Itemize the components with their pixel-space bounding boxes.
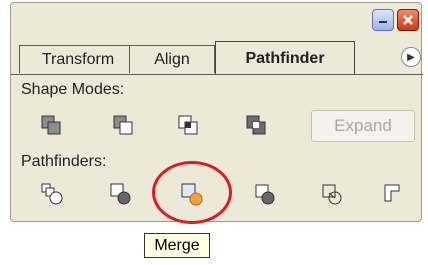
intersect-shape-areas-icon <box>178 115 198 135</box>
tab-pathfinder[interactable]: Pathfinder <box>215 41 355 75</box>
intersect-shape-areas-button[interactable] <box>176 113 200 137</box>
trim-icon <box>110 183 131 205</box>
add-to-shape-button[interactable] <box>39 113 63 137</box>
minimize-button[interactable] <box>372 9 394 31</box>
exclude-overlapping-icon <box>246 115 266 135</box>
shape-modes-label: Shape Modes: <box>21 81 125 98</box>
panel-menu-button[interactable]: ▶ <box>401 47 421 67</box>
divide-button[interactable] <box>39 182 63 206</box>
minus-back-icon <box>384 184 400 202</box>
outline-icon <box>322 184 342 205</box>
subtract-from-shape-icon <box>113 115 133 135</box>
minimize-icon <box>379 21 387 23</box>
triangle-right-icon: ▶ <box>407 51 415 63</box>
add-to-shape-icon <box>41 115 61 135</box>
merge-tooltip: Merge <box>144 233 210 258</box>
tab-align[interactable]: Align <box>129 45 215 73</box>
expand-button[interactable]: Expand <box>311 110 415 142</box>
divide-icon <box>41 183 63 205</box>
pathfinders-label: Pathfinders: <box>21 153 107 170</box>
panel-tabs: Transform Align Pathfinder <box>17 39 417 75</box>
trim-button[interactable] <box>108 182 132 206</box>
crop-icon <box>255 184 275 205</box>
crop-button[interactable] <box>252 182 276 206</box>
tab-transform[interactable]: Transform <box>19 45 137 73</box>
outline-button[interactable] <box>319 182 343 206</box>
close-button[interactable] <box>397 9 419 31</box>
tab-divider <box>11 74 423 75</box>
exclude-overlapping-shape-areas-button[interactable] <box>244 113 268 137</box>
merge-highlight-circle <box>152 161 232 224</box>
minus-back-button[interactable] <box>381 182 405 206</box>
subtract-from-shape-button[interactable] <box>111 113 135 137</box>
close-icon <box>403 15 413 25</box>
